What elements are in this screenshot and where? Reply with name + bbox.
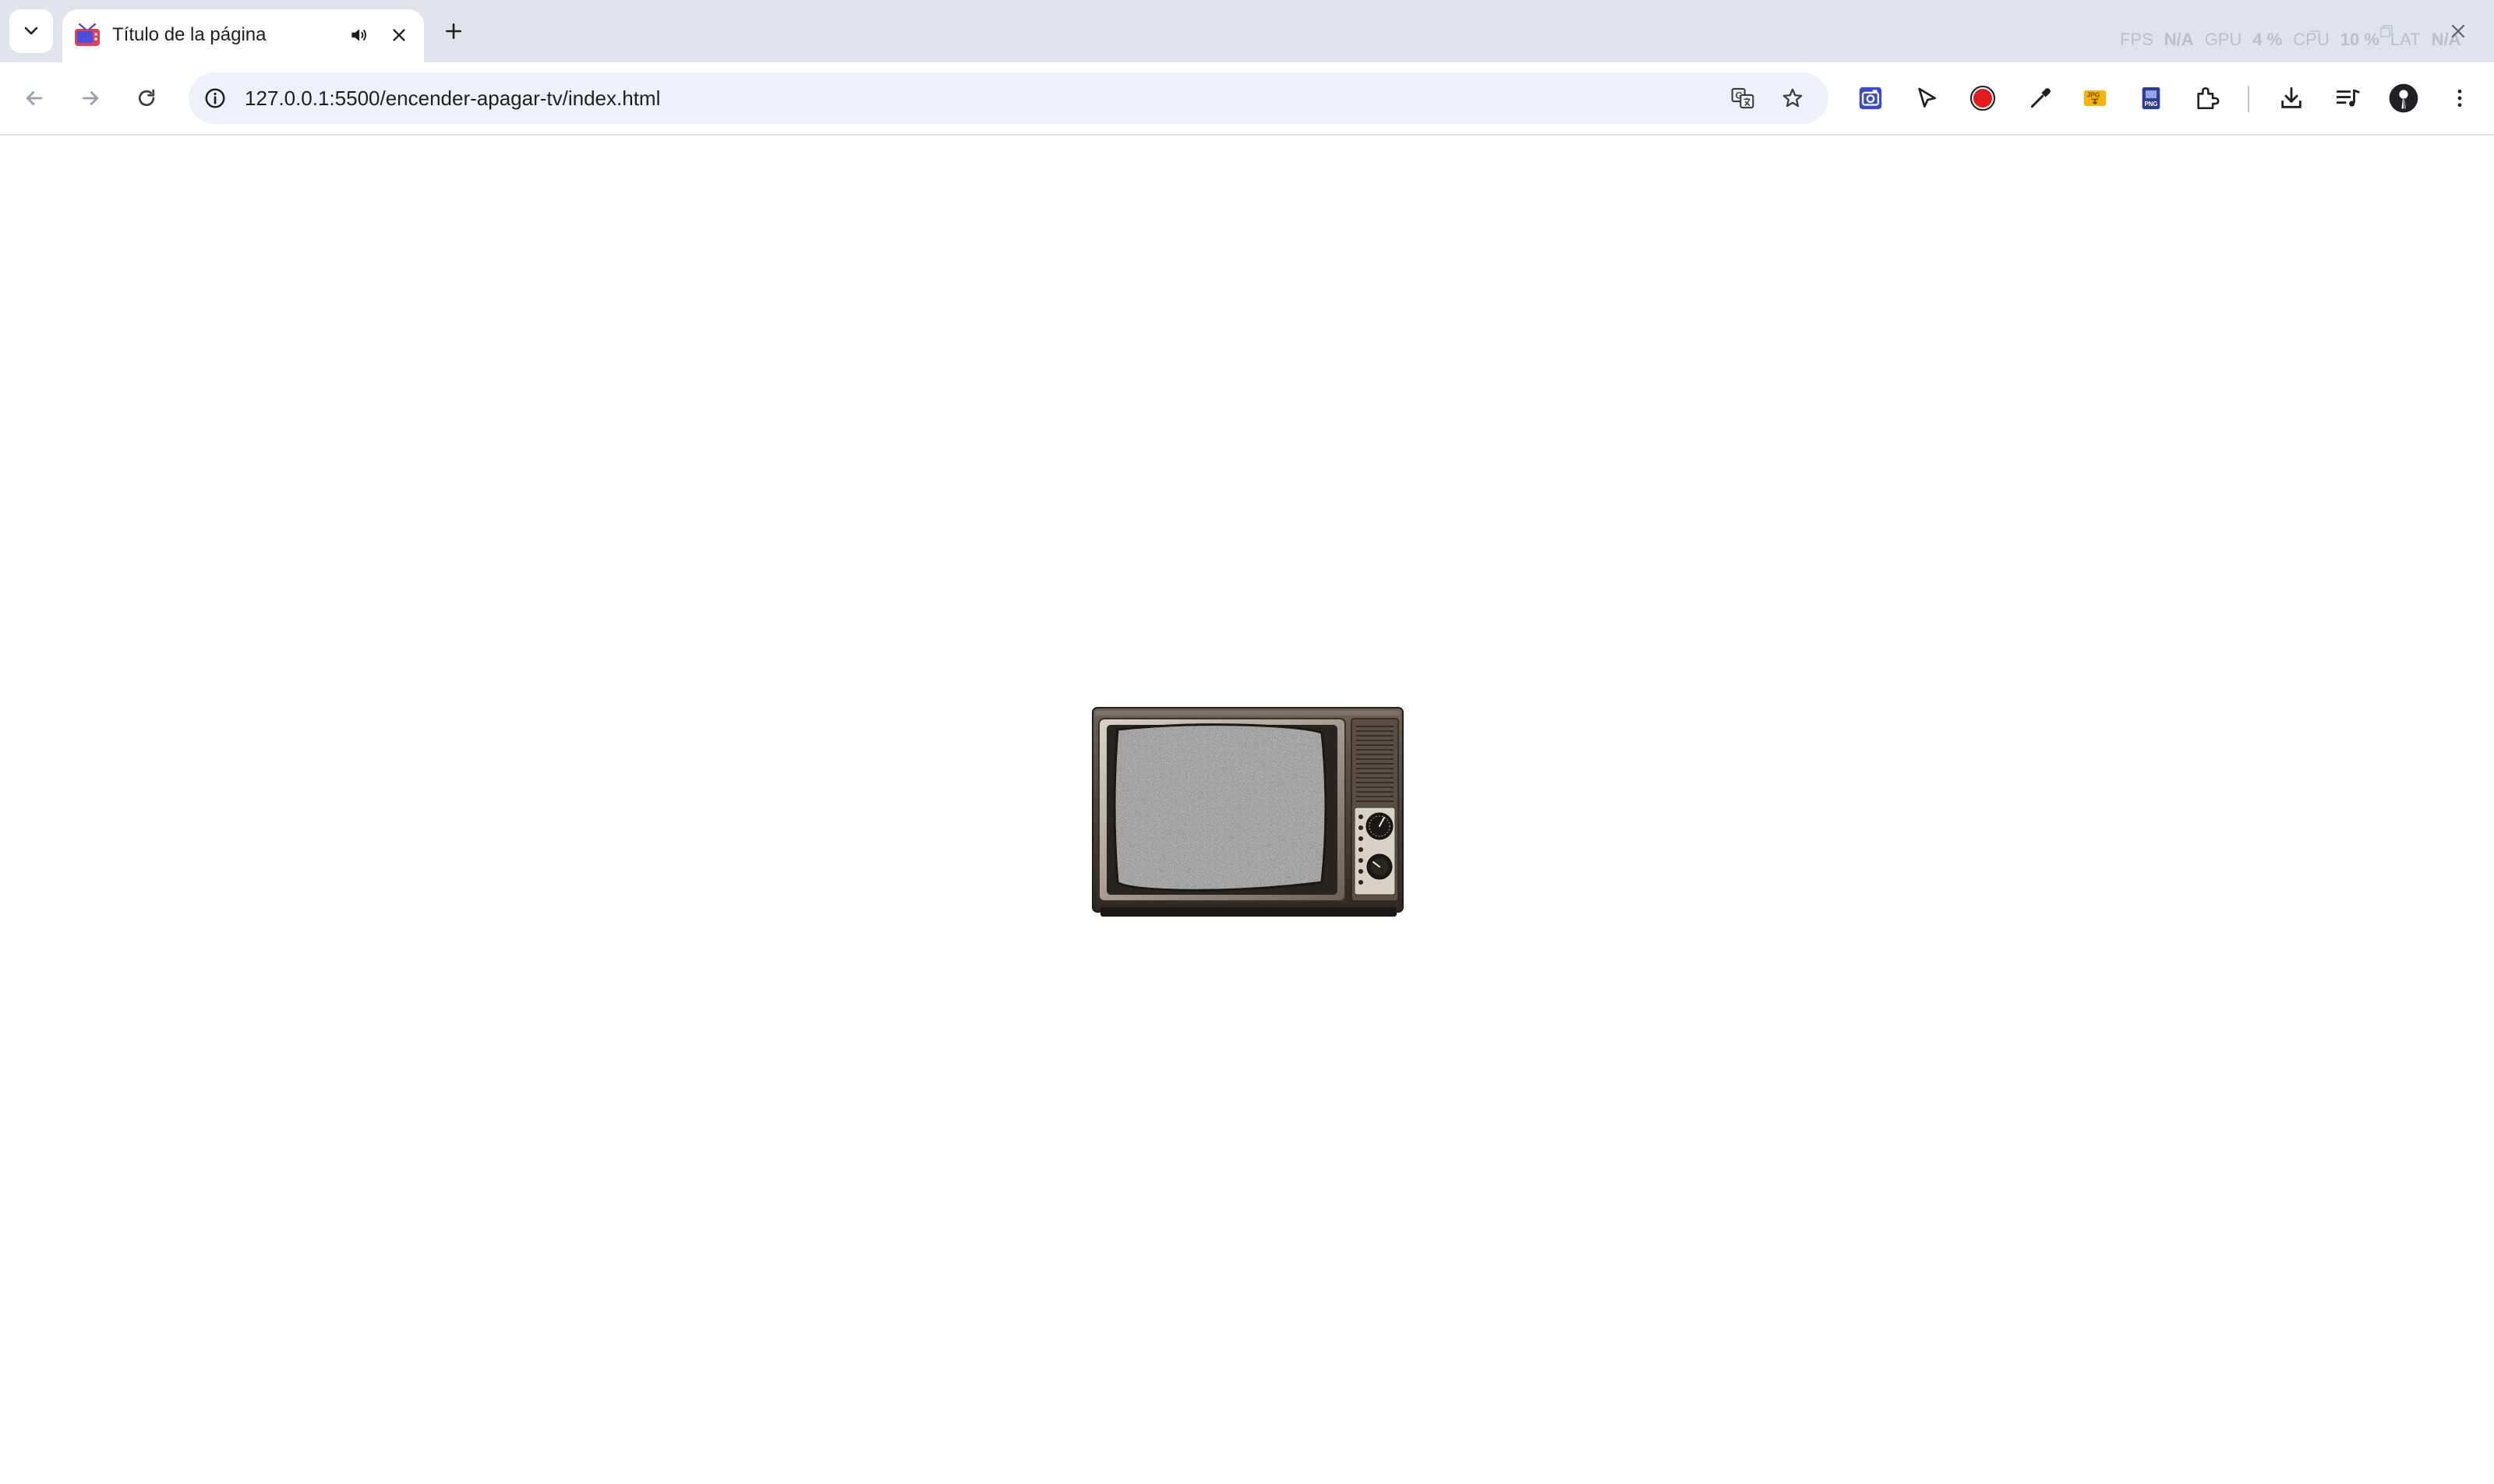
fps-value: N/A [2164, 30, 2194, 49]
retro-tv-image[interactable] [1091, 706, 1404, 918]
close-window-icon [2451, 24, 2465, 38]
browser-menu-button[interactable] [2441, 80, 2478, 117]
arrow-left-icon [26, 91, 43, 105]
translate-icon: G [1731, 87, 1754, 109]
tab-strip: Título de la página FPS N/A GPU 4 % CPU 10 % L… [0, 0, 2494, 62]
toolbar-separator [2248, 86, 2249, 112]
active-tab[interactable]: Título de la página [62, 9, 424, 62]
restore-button[interactable] [2366, 11, 2407, 51]
eyedropper-extension-button[interactable] [2022, 80, 2059, 117]
download-button[interactable] [2273, 80, 2310, 117]
close-icon [393, 29, 405, 41]
address-bar[interactable]: 127.0.0.1:5500/encender-apagar-tv/index.… [189, 72, 1828, 124]
gpu-value: 4 % [2252, 30, 2283, 49]
camera-extension-icon [1859, 87, 1882, 110]
extensions-button[interactable] [2188, 80, 2226, 117]
profile-icon [2389, 83, 2418, 113]
tab-close-button[interactable] [383, 19, 415, 51]
browser-window: Título de la página FPS N/A GPU 4 % CPU 10 % L… [0, 0, 2494, 1484]
minimize-icon [2309, 30, 2320, 32]
speaker-icon [351, 29, 366, 41]
arrow-right-icon [82, 91, 99, 105]
cursor-extension-button[interactable] [1908, 80, 1945, 117]
restore-icon [2380, 25, 2393, 37]
bookmark-button[interactable] [1774, 80, 1811, 117]
media-playlist-icon [2336, 89, 2360, 107]
profile-button[interactable] [2385, 80, 2422, 117]
jpg-extension-icon: JPG [2083, 90, 2107, 106]
tab-title: Título de la página [112, 24, 267, 45]
close-window-button[interactable] [2438, 11, 2478, 51]
fps-label: FPS [2120, 30, 2153, 49]
eyedropper-icon [2030, 88, 2051, 108]
record-extension-button[interactable] [1964, 80, 2001, 117]
cursor-extension-icon [1918, 87, 1936, 108]
info-icon [205, 88, 225, 108]
media-controls-button[interactable] [2329, 80, 2366, 117]
star-icon [1782, 88, 1803, 108]
page-viewport [0, 136, 2494, 1484]
puzzle-icon [2197, 87, 2220, 110]
site-info-button[interactable] [196, 80, 234, 117]
png-extension-button[interactable]: PNG [2132, 80, 2170, 117]
camera-extension-button[interactable] [1852, 80, 1889, 117]
tab-audio-button[interactable] [343, 19, 374, 51]
gpu-label: GPU [2204, 30, 2242, 49]
record-icon [1969, 85, 1996, 111]
forward-button[interactable] [69, 76, 112, 120]
svg-text:JPG: JPG [2086, 91, 2100, 99]
toolbar: 127.0.0.1:5500/encender-apagar-tv/index.… [0, 62, 2494, 136]
png-extension-icon: PNG [2142, 87, 2160, 110]
kebab-menu-icon [2457, 89, 2462, 108]
jpg-extension-button[interactable]: JPG [2076, 80, 2114, 117]
reload-button[interactable] [125, 76, 168, 120]
tab-search-button[interactable] [9, 9, 53, 53]
url-text[interactable]: 127.0.0.1:5500/encender-apagar-tv/index.… [245, 72, 660, 124]
download-icon [2281, 87, 2301, 108]
translate-button[interactable]: G [1724, 80, 1761, 117]
reload-icon [138, 89, 155, 107]
back-button[interactable] [12, 76, 56, 120]
new-tab-button[interactable] [436, 14, 471, 48]
favicon [75, 23, 100, 46]
tv-screen-static [1115, 724, 1326, 891]
plus-icon [446, 23, 461, 39]
svg-text:PNG: PNG [2145, 101, 2158, 108]
chevron-down-icon [24, 26, 38, 35]
tv-control-panel [1351, 718, 1399, 902]
minimize-button[interactable] [2294, 11, 2335, 51]
tv-base [1100, 907, 1397, 917]
